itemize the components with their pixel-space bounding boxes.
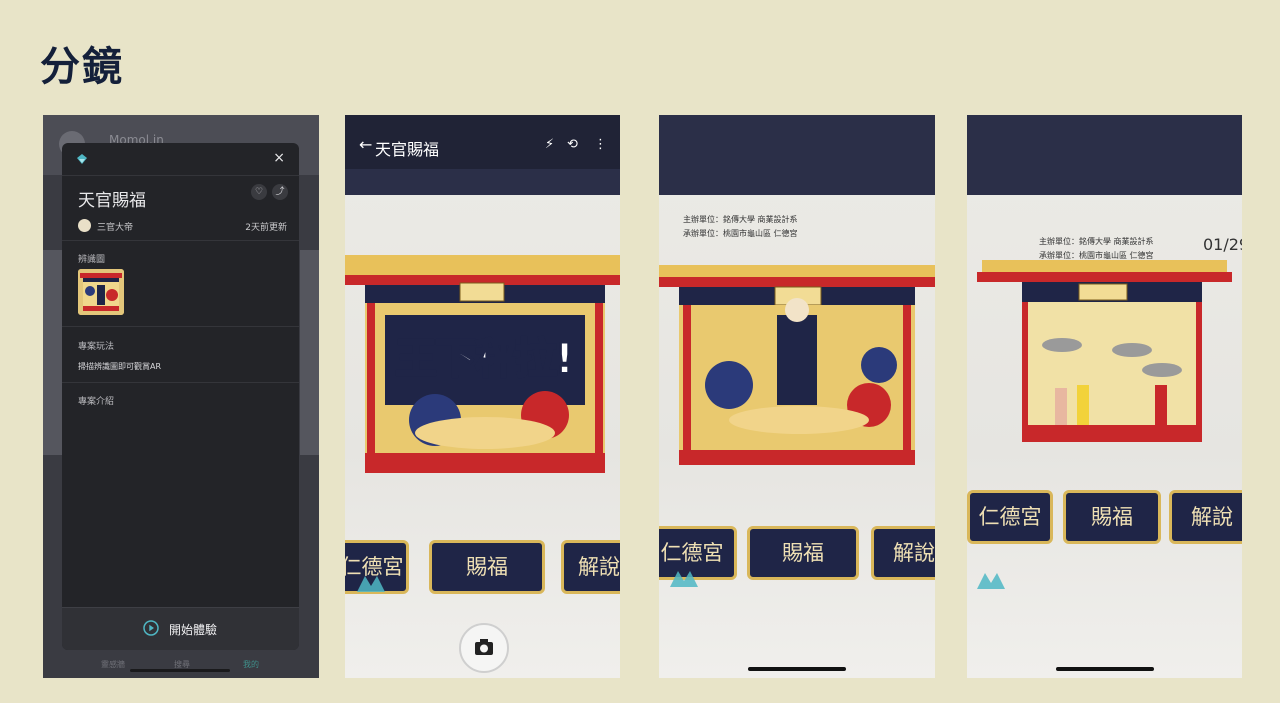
gameplay-text: 掃描辨識圖即可觀賞AR [78, 362, 162, 371]
close-icon[interactable]: × [273, 150, 285, 166]
project-detail-sheet: × 天官賜福 ♡ ⤴ 三官大帝 2天前更新 辨識圖 專案玩法 掃描辨識圖即可觀賞… [62, 143, 299, 650]
camera-icon [475, 639, 493, 655]
play-icon [143, 620, 159, 636]
storyboard-panel-ar-deity: 主辦單位：銘傳大學 商業設計系 承辦單位：桃園市龜山區 仁德宮 仁德宮 賜福 解說 [659, 115, 935, 678]
divider [62, 382, 299, 383]
sign-blessing: 賜福 [747, 526, 859, 580]
project-title: 天官賜福 [78, 191, 146, 211]
divider [62, 240, 299, 241]
sign-blessing: 賜福 [429, 540, 545, 594]
home-indicator [1056, 667, 1154, 671]
poster-date: 01/29 [1203, 235, 1242, 254]
recognition-image-label: 辨識圖 [78, 255, 106, 265]
slide-title: 分鏡 [40, 44, 124, 90]
storyboard-panel-app-detail: Momol.in × 天官賜福 ♡ ⤴ 三官大帝 2天前更新 辨識圖 專案玩法 … [43, 115, 319, 678]
start-experience-button[interactable]: 開始體驗 [62, 607, 299, 650]
background-mural [967, 115, 1242, 195]
background-card-right [300, 250, 319, 360]
ar-effect-text: 王下秤拉! [394, 333, 575, 384]
updated-time: 2天前更新 [245, 223, 287, 233]
recognition-image-thumbnail[interactable] [78, 269, 124, 315]
background-card-right-2 [300, 345, 319, 455]
storyboard-panel-ar-scan: 王下秤拉! ← 天官賜福 ⚡ ⟲ ⋮ 仁德宮 賜福 解說 [345, 115, 620, 678]
author-avatar [78, 219, 91, 232]
intro-label: 專案介紹 [78, 397, 115, 407]
nav-item-inspiration[interactable]: 靈感牆 [101, 659, 125, 670]
home-indicator [748, 667, 846, 671]
background-card-left [43, 250, 62, 360]
sheet-header: × [62, 143, 299, 176]
sign-explain: 解說 [871, 526, 935, 580]
camera-title: 天官賜福 [375, 140, 440, 159]
poster-text: 主辦單位：銘傳大學 商業設計系 承辦單位：桃園市龜山區 仁德宮 [1039, 237, 1154, 260]
sign-explain: 解說 [561, 540, 620, 594]
gameplay-label: 專案玩法 [78, 342, 115, 352]
divider [62, 326, 299, 327]
more-options-icon[interactable]: ⋮ [594, 137, 607, 152]
back-arrow-icon[interactable]: ← [359, 135, 372, 154]
storyboard-panel-ar-story: 主辦單位：銘傳大學 商業設計系承辦單位：桃園市龜山區 仁德宮 01/29 仁德宮… [967, 115, 1242, 678]
shutter-button[interactable] [459, 623, 509, 673]
ar-temple-scene [977, 260, 1232, 442]
momo-logo-icon [668, 565, 708, 593]
sign-explain: 解說 [1169, 490, 1242, 544]
app-logo-icon [76, 153, 88, 165]
momo-logo-icon [355, 570, 395, 598]
background-card-left-2 [43, 345, 62, 455]
share-icon[interactable]: ⤴ [272, 184, 288, 200]
switch-camera-icon[interactable]: ⟲ [567, 137, 578, 152]
home-indicator [130, 669, 230, 672]
sign-blessing: 賜福 [1063, 490, 1161, 544]
background-mural [659, 115, 935, 195]
favorite-icon[interactable]: ♡ [251, 184, 267, 200]
momo-logo-icon [975, 567, 1015, 595]
camera-header: ← 天官賜福 ⚡ ⟲ ⋮ [345, 115, 620, 169]
sign-temple: 仁德宮 [967, 490, 1053, 544]
flash-off-icon[interactable]: ⚡ [545, 137, 554, 152]
author-name[interactable]: 三官大帝 [97, 220, 133, 233]
ar-temple-scene [659, 265, 935, 465]
nav-item-mine[interactable]: 我的 [243, 659, 259, 670]
start-experience-label: 開始體驗 [169, 623, 218, 637]
poster-text: 主辦單位：銘傳大學 商業設計系 承辦單位：桃園市龜山區 仁德宮 [683, 215, 798, 238]
